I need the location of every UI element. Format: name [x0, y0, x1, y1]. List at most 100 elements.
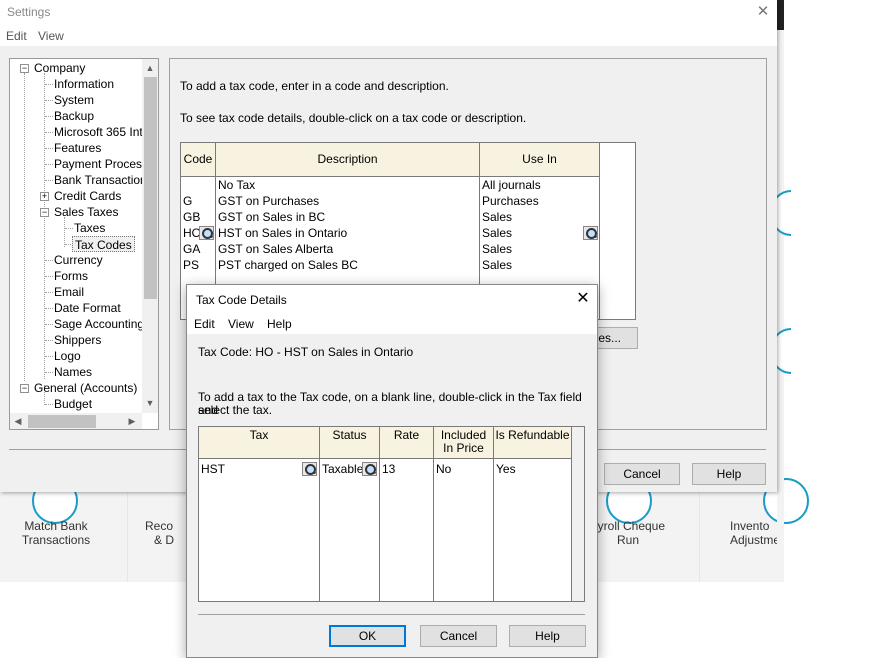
table-cell[interactable]: GST on Purchases [218, 193, 319, 209]
add-tax-instruction-cont: select the tax. [198, 403, 273, 417]
help-button[interactable]: Help [509, 625, 586, 647]
tax-code-label: Tax Code: HO - HST on Sales in Ontario [198, 345, 414, 359]
lookup-icon[interactable] [302, 462, 317, 476]
column-header-status[interactable]: Status [320, 427, 380, 459]
tax-details-grid[interactable]: Tax Status Rate Included In Price Is Ref… [198, 426, 585, 602]
table-cell[interactable]: PST charged on Sales BC [218, 257, 358, 273]
tree-item-logo[interactable]: Logo [54, 348, 81, 364]
scroll-up-icon[interactable]: ▲ [142, 60, 158, 76]
tree-item-names[interactable]: Names [54, 364, 92, 380]
tree-item-sales-taxes[interactable]: Sales Taxes [54, 204, 118, 220]
close-icon[interactable]: ✕ [569, 285, 597, 313]
collapse-icon[interactable]: − [40, 208, 49, 217]
tree-item-general-accounts[interactable]: General (Accounts) [34, 380, 137, 396]
lookup-icon[interactable] [199, 226, 214, 240]
table-cell[interactable]: Purchases [482, 193, 539, 209]
ok-button[interactable]: OK [329, 625, 406, 647]
table-cell[interactable]: G [183, 193, 192, 209]
close-icon[interactable]: ✕ [749, 0, 777, 24]
tree-item-taxes[interactable]: Taxes [74, 220, 105, 236]
inventory-adjustment-tile[interactable]: Invento Adjustme [701, 478, 809, 582]
payroll-cheque-run-tile[interactable]: ayroll Cheque Run [591, 478, 700, 582]
divider [198, 614, 585, 615]
column-header-tax[interactable]: Tax [199, 427, 320, 459]
tree-item-budget[interactable]: Budget [54, 396, 92, 412]
settings-titlebar: Settings ✕ [0, 0, 777, 26]
column-header-included-in-price[interactable]: Included In Price [434, 427, 494, 459]
table-cell[interactable]: Yes [496, 461, 516, 477]
table-cell[interactable]: 13 [382, 461, 395, 477]
table-cell[interactable]: Sales [482, 209, 512, 225]
column-header-is-refundable[interactable]: Is Refundable [494, 427, 572, 459]
dialog-titlebar: Tax Code Details ✕ [187, 285, 597, 314]
table-cell[interactable]: All journals [482, 177, 541, 193]
table-cell[interactable]: Taxable [322, 461, 363, 477]
tree-vertical-scrollbar[interactable]: ▲ ▼ [142, 59, 158, 413]
table-cell[interactable]: Sales [482, 241, 512, 257]
table-cell[interactable]: GB [183, 209, 200, 225]
tree-item-microsoft-365[interactable]: Microsoft 365 Inte [54, 124, 149, 140]
table-cell[interactable]: Sales [482, 225, 512, 241]
tree-item-tax-codes[interactable]: Tax Codes [72, 236, 135, 252]
tree-item-system[interactable]: System [54, 92, 94, 108]
tree-item-email[interactable]: Email [54, 284, 84, 300]
settings-menubar: Edit View [0, 26, 777, 46]
grid-vertical-scrollbar[interactable] [571, 427, 584, 601]
tree-item-shippers[interactable]: Shippers [54, 332, 101, 348]
cancel-button[interactable]: Cancel [420, 625, 497, 647]
scroll-thumb[interactable] [144, 77, 157, 299]
lookup-icon[interactable] [362, 462, 377, 476]
table-cell[interactable]: PS [183, 257, 199, 273]
menu-edit[interactable]: Edit [6, 29, 27, 43]
scroll-right-icon[interactable]: ▶ [124, 413, 140, 429]
cancel-button[interactable]: Cancel [604, 463, 680, 485]
table-cell[interactable]: GST on Sales in BC [218, 209, 325, 225]
tree-item-company[interactable]: Company [34, 60, 85, 76]
tree-item-payment-processing[interactable]: Payment Processi [54, 156, 151, 172]
scroll-down-icon[interactable]: ▼ [142, 395, 158, 411]
tree-item-sage-accounting[interactable]: Sage Accounting [54, 316, 144, 332]
column-header-description[interactable]: Description [216, 143, 480, 177]
help-button[interactable]: Help [692, 463, 766, 485]
table-cell[interactable]: No [436, 461, 451, 477]
table-cell[interactable]: Sales [482, 257, 512, 273]
expand-icon[interactable]: + [40, 192, 49, 201]
tree-item-backup[interactable]: Backup [54, 108, 94, 124]
menu-edit[interactable]: Edit [194, 317, 215, 331]
scroll-thumb[interactable] [28, 415, 96, 428]
header-line: In Price [443, 441, 484, 455]
tree-item-currency[interactable]: Currency [54, 252, 103, 268]
tree-item-date-format[interactable]: Date Format [54, 300, 121, 316]
menu-view[interactable]: View [228, 317, 254, 331]
table-cell[interactable]: GST on Sales Alberta [218, 241, 333, 257]
table-cell[interactable]: No Tax [218, 177, 255, 193]
menu-view[interactable]: View [38, 29, 64, 43]
tree-item-features[interactable]: Features [54, 140, 101, 156]
settings-tree[interactable]: − Company Information System Backup Micr… [9, 58, 159, 430]
column-header-use-in[interactable]: Use In [480, 143, 600, 177]
tax-code-details-dialog: Tax Code Details ✕ Edit View Help Tax Co… [186, 284, 598, 658]
background-dark-corner [777, 0, 784, 30]
tree-item-information[interactable]: Information [54, 76, 114, 92]
tree-horizontal-scrollbar[interactable]: ◀ ▶ [10, 413, 142, 429]
settings-title: Settings [7, 5, 51, 19]
lookup-icon[interactable] [583, 226, 598, 240]
background-side-strip [771, 0, 791, 582]
tree-item-credit-cards[interactable]: Credit Cards [54, 188, 121, 204]
table-cell[interactable]: HST on Sales in Ontario [218, 225, 347, 241]
tile-label: Match Bank Transactions [21, 519, 91, 547]
table-cell[interactable]: GA [183, 241, 200, 257]
column-header-code[interactable]: Code [181, 143, 216, 177]
tree-item-forms[interactable]: Forms [54, 268, 88, 284]
tree-item-bank-transactions[interactable]: Bank Transaction [54, 172, 147, 188]
reconcile-tile[interactable]: Reco & D [128, 490, 188, 582]
table-cell[interactable]: HST [201, 461, 225, 477]
dialog-title: Tax Code Details [196, 293, 287, 307]
match-bank-transactions-tile[interactable]: Match Bank Transactions [0, 478, 128, 582]
collapse-icon[interactable]: − [20, 384, 29, 393]
details-instruction: To see tax code details, double-click on… [180, 111, 527, 125]
menu-help[interactable]: Help [267, 317, 292, 331]
scroll-left-icon[interactable]: ◀ [10, 413, 26, 429]
collapse-icon[interactable]: − [20, 64, 29, 73]
column-header-rate[interactable]: Rate [380, 427, 434, 459]
